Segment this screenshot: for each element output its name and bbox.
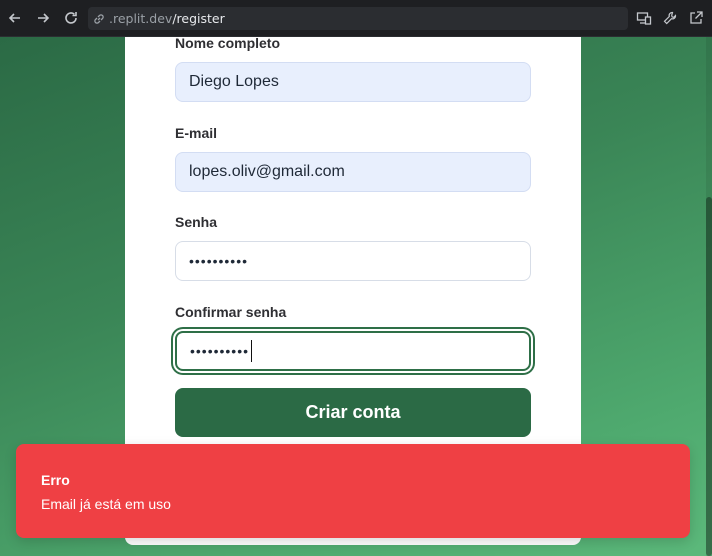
back-button[interactable] <box>6 9 24 27</box>
name-input[interactable]: Diego Lopes <box>175 62 531 102</box>
devices-button[interactable] <box>636 10 652 26</box>
name-label: Nome completo <box>175 37 281 51</box>
password-label: Senha <box>175 214 218 230</box>
reload-button[interactable] <box>62 9 80 27</box>
url-domain: .replit.dev <box>109 11 173 26</box>
open-external-icon <box>690 11 703 24</box>
password-value: •••••••••• <box>189 253 249 269</box>
toast-message: Email já está em uso <box>41 496 171 512</box>
url-path: /register <box>172 11 225 26</box>
create-account-button[interactable]: Criar conta <box>175 388 531 437</box>
card-bottom-edge <box>125 537 581 545</box>
confirm-password-input[interactable]: •••••••••• <box>175 331 531 371</box>
email-label: E-mail <box>175 125 218 141</box>
browser-toolbar: .replit.dev/register <box>0 0 712 37</box>
text-caret <box>251 340 253 362</box>
email-value: lopes.oliv@gmail.com <box>189 163 345 180</box>
address-bar[interactable]: .replit.dev/register <box>88 7 628 30</box>
toast-title: Erro <box>41 472 70 488</box>
forward-icon <box>38 13 50 23</box>
wrench-icon <box>663 11 677 25</box>
devices-icon <box>636 12 652 25</box>
wrench-button[interactable] <box>662 10 678 26</box>
page-scrollbar[interactable] <box>706 37 712 556</box>
email-input[interactable]: lopes.oliv@gmail.com <box>175 152 531 192</box>
forward-button[interactable] <box>34 9 52 27</box>
page-viewport: Nome completo Diego Lopes E-mail lopes.o… <box>0 37 712 556</box>
reload-icon <box>65 12 77 24</box>
confirm-password-label: Confirmar senha <box>175 304 287 320</box>
confirm-password-value: •••••••••• <box>190 343 250 359</box>
open-external-button[interactable] <box>688 10 704 26</box>
back-icon <box>8 13 20 23</box>
error-toast[interactable]: Erro Email já está em uso <box>16 444 690 538</box>
link-icon <box>92 11 108 27</box>
password-input[interactable]: •••••••••• <box>175 241 531 281</box>
scroll-thumb[interactable] <box>706 197 712 556</box>
name-value: Diego Lopes <box>189 73 279 90</box>
